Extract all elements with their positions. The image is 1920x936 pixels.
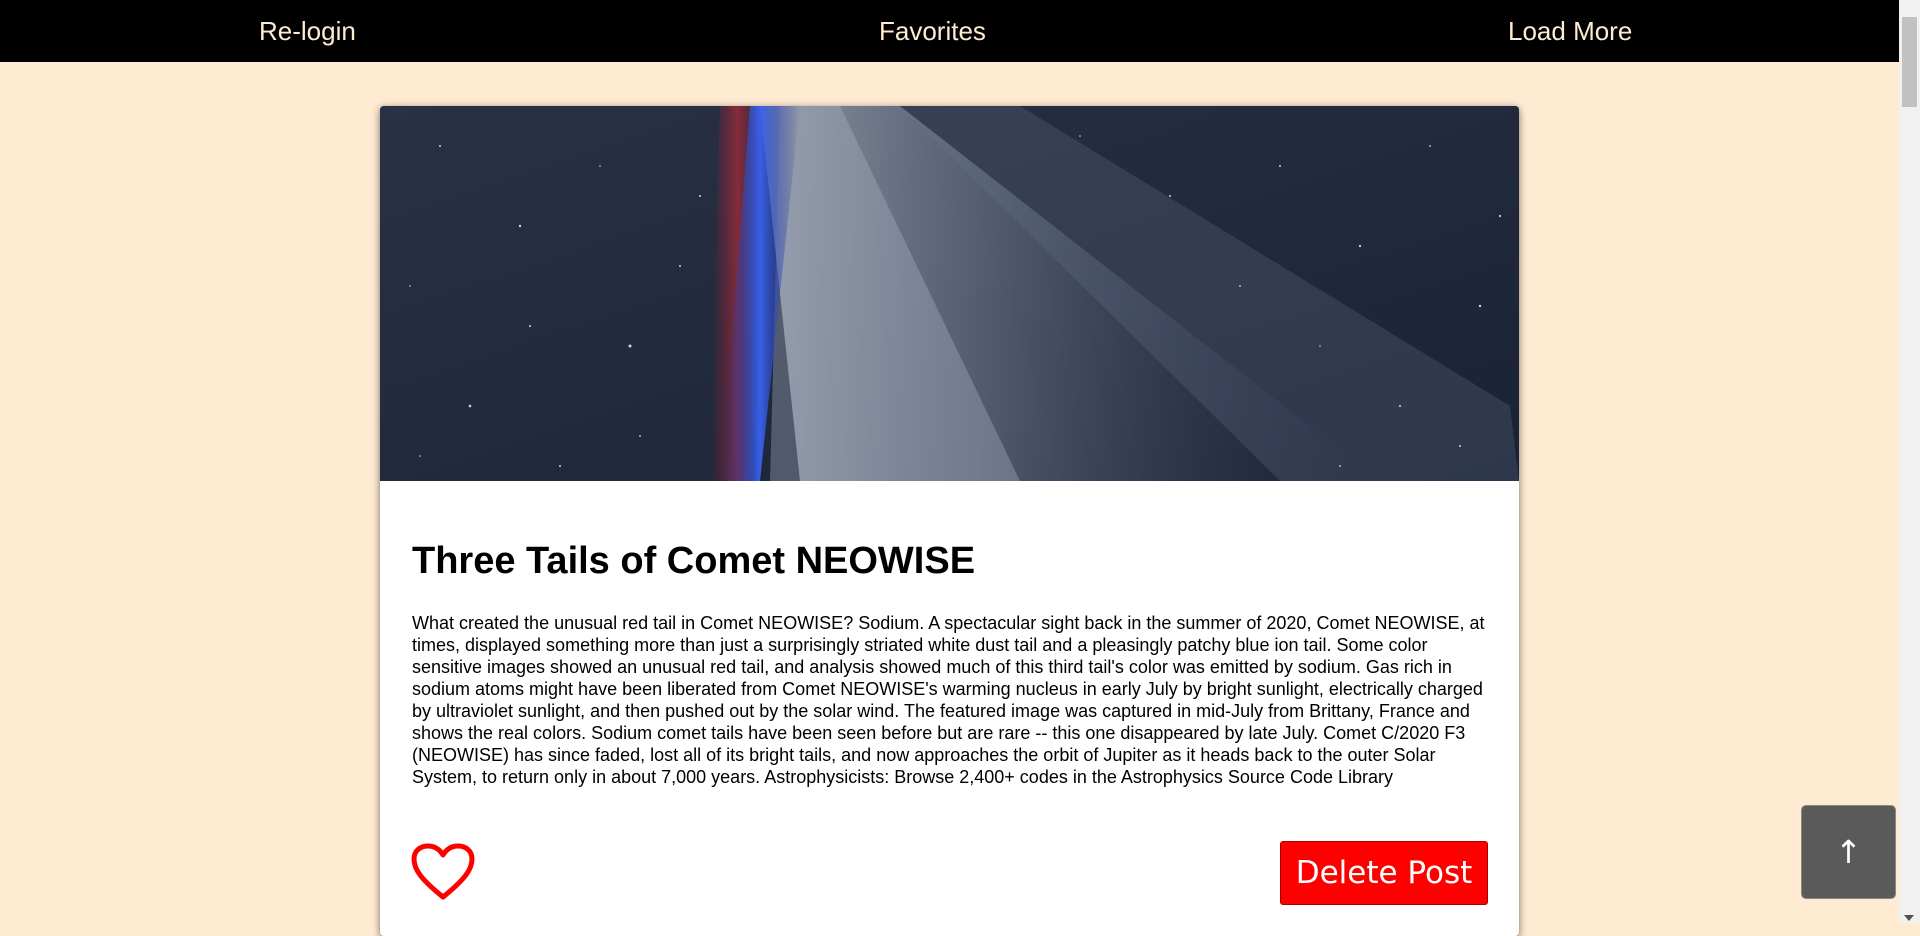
comet-photo (380, 106, 1519, 481)
post-explanation: What created the unusual red tail in Com… (412, 613, 1485, 787)
favorites-link[interactable]: Favorites (879, 0, 986, 62)
relogin-link[interactable]: Re-login (259, 0, 356, 62)
favorite-button[interactable] (410, 842, 476, 902)
post-card: Three Tails of Comet NEOWISE What create… (380, 106, 1519, 936)
scroll-down-arrow-icon[interactable] (1904, 915, 1914, 921)
page-scrollbar[interactable] (1899, 0, 1920, 923)
load-more-link[interactable]: Load More (1508, 0, 1632, 62)
post-title: Three Tails of Comet NEOWISE (412, 540, 976, 582)
delete-post-button[interactable]: Delete Post (1280, 841, 1488, 905)
top-navbar: Re-login Favorites Load More (0, 0, 1899, 62)
post-image (380, 106, 1519, 481)
scrollbar-thumb[interactable] (1902, 17, 1917, 107)
heart-outline-icon (411, 843, 475, 900)
scroll-to-top-button[interactable]: ↑ (1801, 805, 1896, 899)
